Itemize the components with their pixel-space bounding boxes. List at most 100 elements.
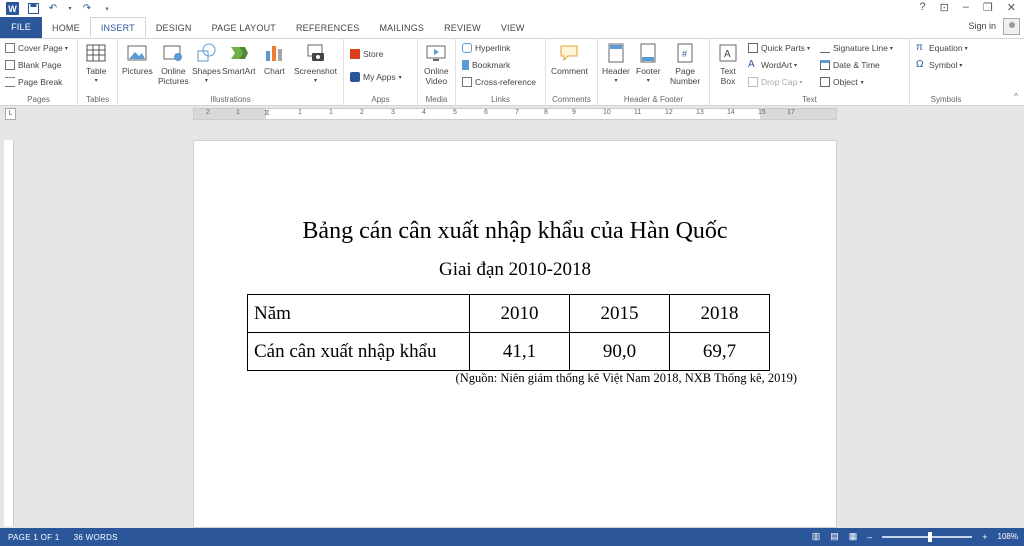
ruler-tick: 13 <box>696 109 704 116</box>
table-header-cell[interactable]: 2015 <box>569 294 670 333</box>
footer-button[interactable]: Footer ▾ <box>636 43 661 86</box>
zoom-level[interactable]: 108% <box>998 532 1018 541</box>
my-apps-icon <box>350 72 360 82</box>
ruler-tick: 3 <box>391 109 395 116</box>
table-cell[interactable]: Cán cân xuất nhập khẩu <box>247 332 470 371</box>
chart-button[interactable]: Chart <box>264 43 285 76</box>
cross-reference-button[interactable]: Cross-reference <box>462 77 536 87</box>
sign-in-link[interactable]: Sign in <box>968 21 996 31</box>
online-pictures-icon <box>163 45 183 61</box>
page-number-button[interactable]: # Page Number <box>670 43 700 86</box>
symbol-button[interactable]: Ω Symbol ▾ <box>916 60 962 71</box>
object-icon <box>820 77 830 87</box>
table-cell[interactable]: 69,7 <box>669 332 770 371</box>
undo-icon[interactable]: ↶ <box>47 3 59 15</box>
ruler-tick: 6 <box>484 109 488 116</box>
screenshot-button[interactable]: Screenshot ▾ <box>294 43 337 86</box>
customize-qat-icon[interactable]: ▾ <box>101 3 113 15</box>
group-label-links: Links <box>491 95 510 104</box>
tab-references[interactable]: REFERENCES <box>286 18 370 38</box>
my-apps-button[interactable]: My Apps ▾ <box>350 72 402 82</box>
document-page[interactable]: Bảng cán cân xuất nhập khẩu của Hàn Quốc… <box>193 140 837 528</box>
table-header-cell[interactable]: 2018 <box>669 294 770 333</box>
signature-line-button[interactable]: Signature Line ▾ <box>820 43 893 53</box>
close-icon[interactable]: ✕ <box>1007 1 1016 14</box>
header-icon <box>608 43 624 63</box>
equation-button[interactable]: π Equation ▾ <box>916 42 968 54</box>
date-time-button[interactable]: Date & Time <box>820 60 880 70</box>
minimize-icon[interactable]: – <box>963 1 969 14</box>
comment-button[interactable]: Comment <box>551 43 588 76</box>
ribbon-display-icon[interactable]: ⊡ <box>940 1 949 14</box>
pictures-button[interactable]: Pictures <box>122 43 153 76</box>
page-count[interactable]: PAGE 1 OF 1 <box>8 533 60 542</box>
zoom-in-icon[interactable]: + <box>982 532 987 542</box>
online-video-button[interactable]: Online Video <box>424 43 449 86</box>
web-layout-icon[interactable]: ▦ <box>849 531 858 542</box>
smartart-button[interactable]: SmartArt <box>222 43 256 76</box>
status-bar: PAGE 1 OF 1 36 WORDS ▥ ▤ ▦ – + 108% <box>0 528 1024 546</box>
ruler-tick: 2 <box>360 109 364 116</box>
tab-home[interactable]: HOME <box>42 18 90 38</box>
tab-page-layout[interactable]: PAGE LAYOUT <box>202 18 286 38</box>
zoom-slider[interactable] <box>882 531 973 542</box>
tab-selector-icon[interactable]: L <box>5 108 16 120</box>
table-header-cell[interactable]: 2010 <box>469 294 570 333</box>
avatar[interactable] <box>1003 18 1020 35</box>
tab-mailings[interactable]: MAILINGS <box>369 18 434 38</box>
wordart-button[interactable]: A WordArt ▾ <box>748 60 797 71</box>
table-icon <box>86 44 106 62</box>
shapes-button[interactable]: Shapes ▾ <box>192 43 221 86</box>
ruler-tick: 15 <box>758 109 766 116</box>
redo-icon[interactable]: ↷ <box>81 3 93 15</box>
table-button[interactable]: Table ▾ <box>86 43 106 86</box>
tab-view[interactable]: VIEW <box>491 18 535 38</box>
table-row: Năm 2010 2015 2018 <box>247 294 770 333</box>
quick-parts-button[interactable]: Quick Parts ▾ <box>748 43 810 53</box>
table-cell[interactable]: 90,0 <box>569 332 670 371</box>
text-box-button[interactable]: A Text Box <box>718 43 738 86</box>
collapse-ribbon-icon[interactable]: ^ <box>1014 92 1018 101</box>
undo-dropdown-icon[interactable]: ▾ <box>67 3 73 15</box>
ruler-tick: 7 <box>515 109 519 116</box>
store-icon <box>350 49 360 59</box>
tab-design[interactable]: DESIGN <box>146 18 202 38</box>
group-comments: Comment Comments <box>546 39 598 106</box>
word-count[interactable]: 36 WORDS <box>74 533 118 542</box>
help-icon[interactable]: ? <box>919 1 925 14</box>
tab-file[interactable]: FILE <box>0 17 42 38</box>
table-header-cell[interactable]: Năm <box>247 294 470 333</box>
cover-page-button[interactable]: Cover Page ▾ <box>5 43 68 53</box>
table-cell[interactable]: 41,1 <box>469 332 570 371</box>
header-button[interactable]: Header ▾ <box>602 43 630 86</box>
signature-line-icon <box>820 43 830 53</box>
ruler-indent-marker[interactable]: ⧖ <box>264 108 270 118</box>
group-symbols: π Equation ▾ Ω Symbol ▾ Symbols <box>910 39 982 106</box>
equation-icon: π <box>916 42 923 53</box>
store-button[interactable]: Store <box>350 49 383 59</box>
vertical-ruler[interactable] <box>4 140 14 526</box>
restore-icon[interactable]: ❐ <box>983 1 993 14</box>
save-icon[interactable] <box>27 3 39 15</box>
drop-cap-button[interactable]: Drop Cap ▾ <box>748 77 802 87</box>
read-mode-icon[interactable]: ▥ <box>812 531 821 542</box>
print-layout-icon[interactable]: ▤ <box>830 531 839 542</box>
ruler-tick: 8 <box>544 109 548 116</box>
tab-review[interactable]: REVIEW <box>434 18 491 38</box>
group-media: Online Video Media <box>418 39 456 106</box>
group-label-apps: Apps <box>371 95 390 104</box>
ruler-tick: 11 <box>634 109 642 116</box>
blank-page-button[interactable]: Blank Page <box>5 60 61 70</box>
object-button[interactable]: Object ▾ <box>820 77 864 87</box>
online-pictures-button[interactable]: Online Pictures <box>158 43 189 86</box>
page-break-button[interactable]: Page Break <box>5 77 62 87</box>
data-table[interactable]: Năm 2010 2015 2018 Cán cân xuất nhập khẩ… <box>247 294 770 371</box>
zoom-out-icon[interactable]: – <box>867 532 872 542</box>
word-logo-icon[interactable]: W <box>6 2 19 15</box>
group-illustrations: Pictures Online Pictures Shapes ▾ SmartAr… <box>118 39 344 106</box>
bookmark-button[interactable]: Bookmark <box>462 60 510 70</box>
horizontal-ruler[interactable]: 2 1 ⧖ 1 1 2 3 4 5 6 7 8 9 10 11 12 13 14… <box>193 108 837 120</box>
hyperlink-button[interactable]: Hyperlink <box>462 43 510 53</box>
tab-insert[interactable]: INSERT <box>89 17 146 38</box>
svg-text:#: # <box>682 49 687 59</box>
